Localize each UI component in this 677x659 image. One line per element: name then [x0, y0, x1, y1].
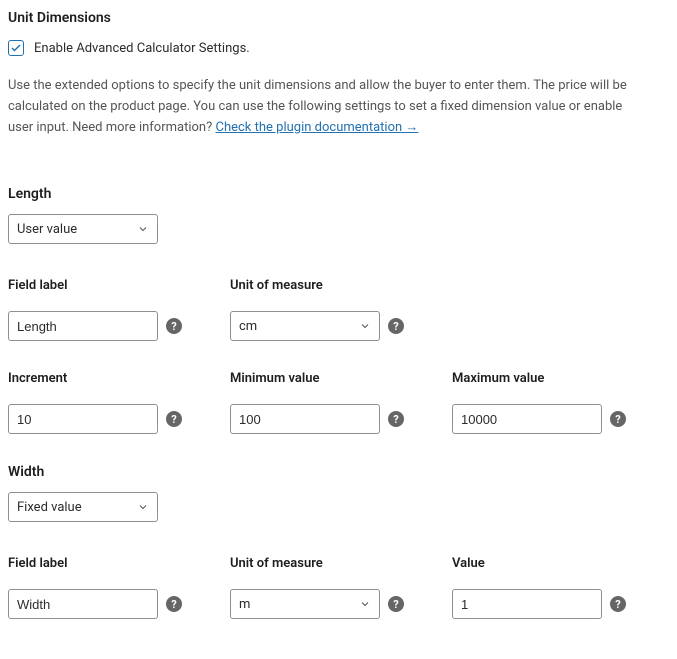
length-group: Length User value Field label ? Unit of …	[8, 186, 669, 434]
help-icon[interactable]: ?	[610, 411, 626, 427]
width-fieldlabel-label: Field label	[8, 556, 208, 571]
length-min-label: Minimum value	[230, 371, 430, 386]
section-title: Unit Dimensions	[8, 10, 669, 26]
length-fieldlabel-input[interactable]	[8, 311, 158, 341]
width-type-value: Fixed value	[17, 500, 82, 515]
length-increment-label: Increment	[8, 371, 208, 386]
chevron-down-icon	[359, 598, 371, 610]
length-title: Length	[8, 186, 669, 202]
description-text: Use the extended options to specify the …	[8, 76, 648, 138]
chevron-down-icon	[137, 223, 149, 235]
width-unit-select[interactable]: m	[230, 589, 380, 619]
help-icon[interactable]: ?	[166, 318, 182, 334]
length-unit-value: cm	[239, 319, 257, 334]
length-unit-select[interactable]: cm	[230, 311, 380, 341]
width-type-select[interactable]: Fixed value	[8, 492, 158, 522]
doc-link[interactable]: Check the plugin documentation →	[215, 120, 418, 135]
width-value-label: Value	[452, 556, 652, 571]
help-icon[interactable]: ?	[610, 596, 626, 612]
width-value-input[interactable]	[452, 589, 602, 619]
help-icon[interactable]: ?	[166, 411, 182, 427]
width-fieldlabel-input[interactable]	[8, 589, 158, 619]
help-icon[interactable]: ?	[388, 318, 404, 334]
length-max-label: Maximum value	[452, 371, 652, 386]
length-type-select[interactable]: User value	[8, 214, 158, 244]
enable-advanced-label: Enable Advanced Calculator Settings.	[34, 41, 250, 56]
chevron-down-icon	[137, 501, 149, 513]
help-icon[interactable]: ?	[388, 411, 404, 427]
length-increment-input[interactable]	[8, 404, 158, 434]
width-group: Width Fixed value Field label ? Unit of …	[8, 464, 669, 619]
width-title: Width	[8, 464, 669, 480]
chevron-down-icon	[359, 320, 371, 332]
length-unit-label: Unit of measure	[230, 278, 430, 293]
enable-advanced-checkbox[interactable]	[8, 40, 24, 56]
help-icon[interactable]: ?	[166, 596, 182, 612]
width-unit-label: Unit of measure	[230, 556, 430, 571]
length-min-input[interactable]	[230, 404, 380, 434]
length-fieldlabel-label: Field label	[8, 278, 208, 293]
check-icon	[10, 42, 22, 54]
help-icon[interactable]: ?	[388, 596, 404, 612]
length-type-value: User value	[17, 222, 77, 237]
width-unit-value: m	[239, 597, 250, 612]
length-max-input[interactable]	[452, 404, 602, 434]
